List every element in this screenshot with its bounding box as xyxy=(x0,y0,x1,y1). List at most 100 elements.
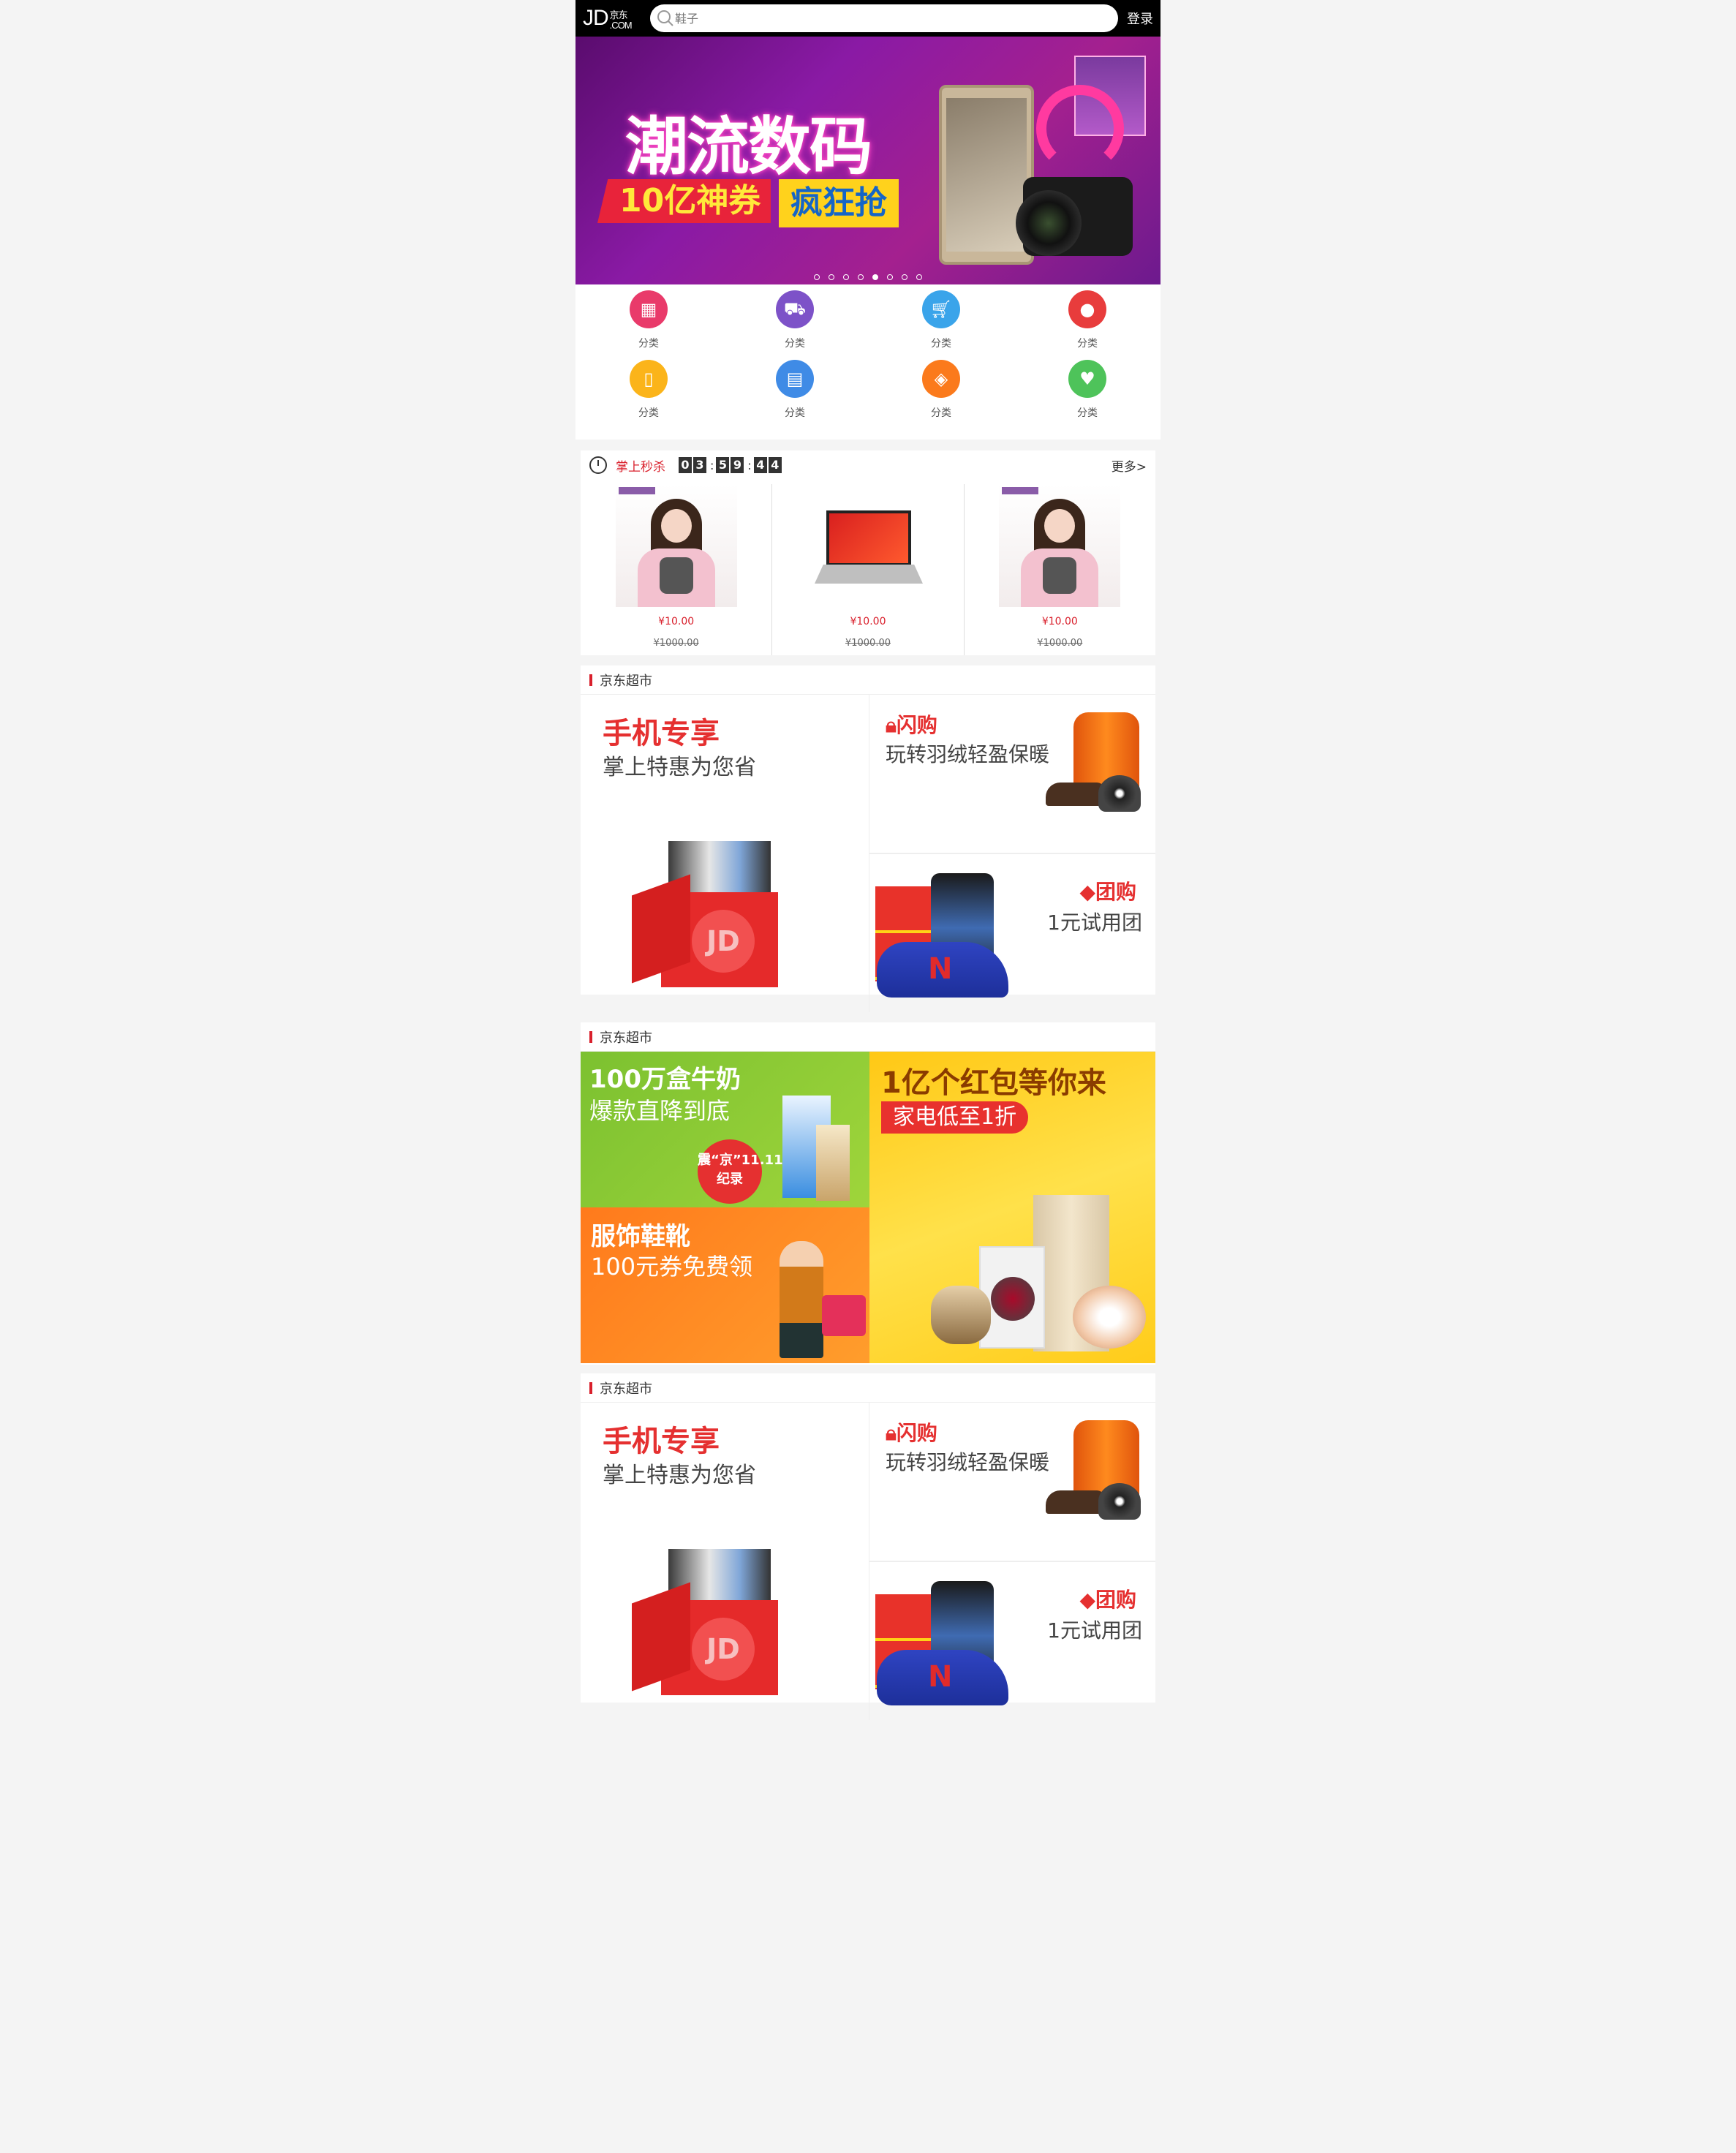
timer-separator: : xyxy=(747,458,752,472)
model-image xyxy=(780,1241,823,1358)
nav-label: 分类 xyxy=(785,338,805,350)
heart-icon: ♥ xyxy=(1068,360,1106,398)
promo-group-buy[interactable]: ◆团购 1元试用团 xyxy=(869,1562,1155,1720)
nav-item-8[interactable]: ♥ 分类 xyxy=(1014,360,1161,429)
product-price: ¥10.00 xyxy=(850,616,886,627)
promo-subtitle: 1元试用团 xyxy=(1047,1618,1142,1643)
product-price: ¥10.00 xyxy=(658,616,695,627)
section-marker xyxy=(589,1030,592,1043)
carousel-dots xyxy=(814,274,922,280)
section-header: 京东超市 xyxy=(581,1022,1155,1052)
flash-product[interactable]: ¥10.00 ¥1000.00 xyxy=(772,484,965,655)
flash-product[interactable]: ¥10.00 ¥1000.00 xyxy=(581,484,773,655)
timer-digit: 4 xyxy=(753,457,767,473)
more-link[interactable]: 更多> xyxy=(1112,456,1147,475)
promo-subtitle: 玩转羽绒轻盈保暖 xyxy=(886,1450,1050,1474)
section-header: 京东超市 xyxy=(581,1373,1155,1403)
promo-right-column: 🔒︎闪购 玩转羽绒轻盈保暖 ◆团购 1元试用团 xyxy=(869,1403,1155,1720)
promo-clothing[interactable]: 服饰鞋靴 100元券免费领 xyxy=(581,1207,869,1363)
rice-cooker-image xyxy=(931,1286,991,1344)
hat-image xyxy=(1098,775,1141,812)
carousel-dot-active[interactable] xyxy=(872,274,878,280)
promo-milk[interactable]: 100万盒牛奶 爆款直降到底 震“京”11.11纪录 xyxy=(581,1052,869,1207)
carousel-dot[interactable] xyxy=(829,274,834,280)
hat-image xyxy=(1098,1483,1141,1520)
promo-flash-buy[interactable]: 🔒︎闪购 玩转羽绒轻盈保暖 xyxy=(869,1403,1155,1562)
carousel-dot[interactable] xyxy=(858,274,864,280)
promo-title: ◆团购 xyxy=(1079,880,1136,904)
nav-item-6[interactable]: ▤ 分类 xyxy=(722,360,868,429)
product-image-laptop xyxy=(807,484,929,607)
search-icon xyxy=(657,10,673,26)
nav-item-3[interactable]: 🛒︎ 分类 xyxy=(868,290,1014,360)
timer-digit: 0 xyxy=(679,457,692,473)
promo-group-buy[interactable]: ◆团购 1元试用团 xyxy=(869,854,1155,1012)
nav-item-4[interactable]: ● 分类 xyxy=(1014,290,1161,360)
product-old-price: ¥1000.00 xyxy=(845,638,891,649)
user-icon: ● xyxy=(1068,290,1106,328)
nav-item-2[interactable]: ⛟ 分类 xyxy=(722,290,868,360)
timer-digit: 9 xyxy=(731,457,744,473)
promo-title: 🔒︎闪购 xyxy=(886,1421,937,1445)
promo-title: 手机专享 xyxy=(603,717,720,750)
product-old-price: ¥1000.00 xyxy=(1037,638,1083,649)
boot-image xyxy=(1046,783,1104,806)
banner-carousel[interactable]: 潮流数码 10亿神券 疯狂抢 xyxy=(575,37,1161,284)
product-image-pajamas xyxy=(615,484,737,607)
jd-logo[interactable]: JD 京东 .COM xyxy=(583,6,646,31)
truck-icon: ⛟ xyxy=(776,290,814,328)
sneaker-image xyxy=(877,942,1008,998)
flash-product[interactable]: ¥10.00 ¥1000.00 xyxy=(965,484,1155,655)
promo-red-packet[interactable]: 1亿个红包等你来 家电低至1折 xyxy=(869,1052,1155,1363)
promo-title: 服饰鞋靴 xyxy=(591,1222,690,1251)
gift-box-image: JD xyxy=(624,841,800,995)
nav-label: 分类 xyxy=(638,338,659,350)
record-stamp: 震“京”11.11纪录 xyxy=(698,1139,783,1204)
timer-digit: 5 xyxy=(716,457,730,473)
login-link[interactable]: 登录 xyxy=(1127,9,1153,28)
nav-item-5[interactable]: ▯ 分类 xyxy=(575,360,722,429)
promo-subtitle: 玩转羽绒轻盈保暖 xyxy=(886,742,1050,766)
promo-title: 手机专享 xyxy=(603,1425,720,1458)
countdown-timer: 0 3 : 5 9 : 4 4 xyxy=(679,457,783,473)
nav-label: 分类 xyxy=(638,407,659,419)
nav-item-7[interactable]: ◈ 分类 xyxy=(868,360,1014,429)
nav-label: 分类 xyxy=(785,407,805,419)
logo-sub: 京东 .COM xyxy=(609,10,633,31)
nav-item-1[interactable]: ▦ 分类 xyxy=(575,290,722,360)
carousel-dot[interactable] xyxy=(916,274,922,280)
section-header: 京东超市 xyxy=(581,665,1155,695)
carousel-dot[interactable] xyxy=(814,274,820,280)
promo-subtitle: 爆款直降到底 xyxy=(589,1097,731,1125)
promo-subtitle: 掌上特惠为您省 xyxy=(603,1463,756,1488)
milk-carton-image xyxy=(816,1125,850,1201)
banner-camera-image xyxy=(1016,177,1133,256)
timer-digit: 3 xyxy=(693,457,706,473)
product-old-price: ¥1000.00 xyxy=(653,638,699,649)
promo-subtitle: 1元试用团 xyxy=(1047,910,1142,935)
supermarket-section-1: 京东超市 手机专享 掌上特惠为您省 JD 🔒︎闪购 玩转羽绒轻盈保暖 N ◆团购… xyxy=(581,665,1155,1012)
promo-flash-buy[interactable]: 🔒︎闪购 玩转羽绒轻盈保暖 xyxy=(869,695,1155,854)
search-box[interactable] xyxy=(650,4,1118,32)
timer-separator: : xyxy=(710,458,714,472)
search-input[interactable] xyxy=(675,11,1084,26)
promo-subtitle: 100元券免费领 xyxy=(591,1253,753,1281)
gift-box-image: JD xyxy=(624,1549,800,1703)
promo-phone-exclusive[interactable]: 手机专享 掌上特惠为您省 JD xyxy=(581,1403,869,1720)
promo-phone-exclusive[interactable]: 手机专享 掌上特惠为您省 JD xyxy=(581,695,869,1012)
carousel-dot[interactable] xyxy=(887,274,893,280)
nav-label: 分类 xyxy=(931,407,951,419)
boot-image xyxy=(1046,1490,1104,1514)
logo-text: JD xyxy=(583,6,609,30)
flash-sale-title: 掌上秒杀 xyxy=(616,459,665,475)
banner-tag-rush: 疯狂抢 xyxy=(779,179,899,227)
sneaker-image xyxy=(877,1650,1008,1705)
header-bar: JD 京东.COM 登录 xyxy=(575,0,1161,37)
ticket-icon: ▤ xyxy=(776,360,814,398)
grid-icon: ▦ xyxy=(630,290,668,328)
page: JD 京东.COM 登录 潮流数码 10亿神券 疯狂抢 ▦ 分类 xyxy=(575,0,1161,2153)
carousel-dot[interactable] xyxy=(843,274,849,280)
section-marker xyxy=(589,1381,592,1394)
nav-label: 分类 xyxy=(1077,407,1098,419)
carousel-dot[interactable] xyxy=(902,274,907,280)
